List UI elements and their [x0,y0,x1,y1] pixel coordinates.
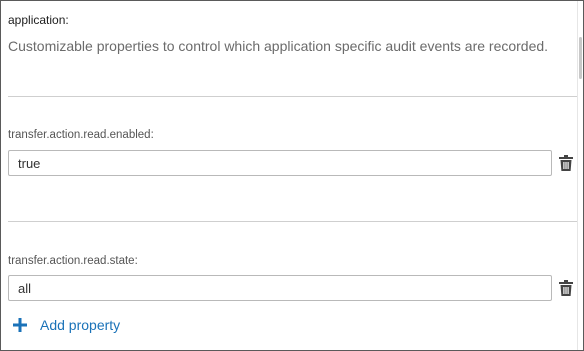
section-description: Customizable properties to control which… [8,38,549,54]
scrollbar-thumb[interactable] [579,37,582,79]
property-label-read-enabled: transfer.action.read.enabled: [8,129,154,141]
divider [8,96,577,97]
panel-content: application: Customizable properties to … [1,1,577,350]
property-label-read-state: transfer.action.read.state: [8,255,138,267]
section-title: application: [8,13,69,27]
add-property-label: Add property [40,317,121,333]
property-value-read-state[interactable] [8,275,552,301]
divider [8,221,577,222]
plus-icon [13,318,27,332]
audit-properties-panel: application: Customizable properties to … [0,0,584,351]
trash-icon[interactable] [559,280,573,296]
add-property-button[interactable]: Add property [13,315,120,335]
trash-icon[interactable] [559,155,573,171]
property-value-read-enabled[interactable] [8,150,552,176]
scrollbar[interactable] [577,1,583,350]
